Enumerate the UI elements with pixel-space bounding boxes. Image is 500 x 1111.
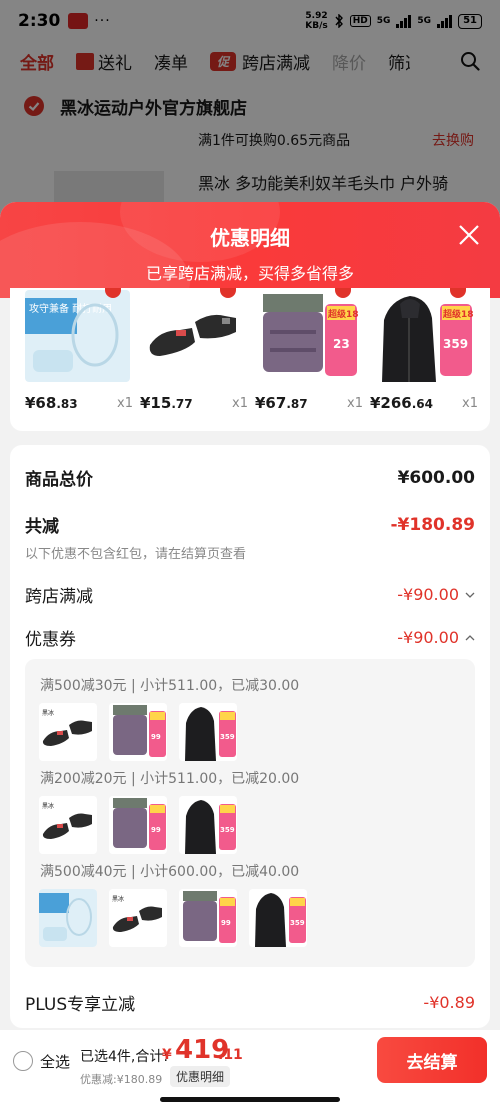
close-icon[interactable] [458, 224, 480, 246]
checkout-button[interactable]: 去结算 [377, 1037, 487, 1083]
chevron-up-icon [465, 634, 475, 640]
coupon-title: 满200减20元 | 小计511.00，已减20.00 [40, 771, 300, 787]
product-image-case: 攻守兼备 耐打耐用 [25, 290, 130, 382]
total-reduce-label: 共减 [25, 517, 59, 537]
red-packet-note: 以下优惠不包含红包，请在结算页查看 [25, 547, 247, 562]
product-image-sock [140, 290, 245, 382]
svg-text:超级18: 超级18 [442, 308, 474, 320]
total-decimal: .11 [218, 1047, 243, 1063]
svg-text:359: 359 [220, 826, 235, 834]
svg-text:超级18: 超级18 [327, 308, 359, 320]
total-price-row: 商品总价 ¥600.00 [25, 465, 475, 491]
product-item[interactable]: 攻守兼备 耐打耐用 ¥68.83 x1 [20, 288, 135, 431]
mini-jacket: 359 [179, 796, 237, 854]
product-image-scarf: 超级18 23 [255, 290, 360, 382]
svg-text:攻守兼备 耐打耐用: 攻守兼备 耐打耐用 [29, 302, 112, 315]
coupon-label: 优惠券 [25, 630, 76, 650]
total-currency: ¥ [162, 1047, 172, 1063]
discount-detail-sheet: 优惠明细 已享跨店满减，买得多省得多 攻守兼备 耐打耐用 ¥68.83 x1 ¥… [0, 202, 500, 1111]
checkout-bar: 全选 已选4件,合计: ¥ 419 .11 优惠减:¥180.89 优惠明细 去… [0, 1030, 500, 1111]
total-price-label: 商品总价 [25, 470, 93, 490]
product-qty: x1 [462, 396, 478, 411]
selected-count: 已选4件,合计: [80, 1049, 169, 1065]
product-price: ¥266.64 [370, 394, 434, 412]
chevron-down-icon [465, 592, 475, 598]
mini-case [39, 889, 97, 947]
coupon-value: -¥90.00 [397, 628, 459, 647]
sheet-subtitle: 已享跨店满减，买得多省得多 [145, 264, 354, 283]
discount-detail-button[interactable]: 优惠明细 [170, 1066, 231, 1087]
product-image-jacket: 超级18 359 [370, 290, 475, 382]
plus-discount-row: PLUS专享立减 -¥0.89 [25, 990, 475, 1015]
product-item[interactable]: 超级18 23 ¥67.87 x1 [250, 288, 365, 431]
product-price: ¥15.77 [140, 394, 193, 412]
coupon-title: 满500减40元 | 小计600.00，已减40.00 [40, 864, 300, 880]
svg-text:359: 359 [290, 919, 305, 927]
select-all-radio[interactable] [13, 1051, 33, 1071]
coupon-items: 黑冰 99 359 [39, 796, 237, 854]
product-list: 攻守兼备 耐打耐用 ¥68.83 x1 ¥15.77 x1 超级18 23 ¥67… [10, 288, 490, 431]
cross-store-row[interactable]: 跨店满减 -¥90.00 [25, 582, 475, 607]
product-qty: x1 [117, 396, 133, 411]
coupon-items: 黑冰 99 359 [39, 703, 237, 761]
home-indicator[interactable] [160, 1097, 340, 1102]
coupon-value-group: -¥90.00 [397, 628, 475, 647]
product-qty: x1 [347, 396, 363, 411]
coupon-row[interactable]: 优惠券 -¥90.00 [25, 625, 475, 650]
product-price: ¥67.87 [255, 394, 308, 412]
svg-text:359: 359 [220, 733, 235, 741]
svg-text:黑冰: 黑冰 [42, 709, 54, 717]
mini-sock: 黑冰 [39, 796, 97, 854]
coupon-title: 满500减30元 | 小计511.00，已减30.00 [40, 678, 300, 694]
svg-text:99: 99 [221, 919, 231, 927]
mini-scarf: 99 [109, 796, 167, 854]
product-price: ¥68.83 [25, 394, 78, 412]
select-all-label[interactable]: 全选 [40, 1051, 70, 1072]
cross-store-label: 跨店满减 [25, 587, 93, 607]
sheet-header: 优惠明细 已享跨店满减，买得多省得多 [0, 202, 500, 298]
svg-text:23: 23 [333, 337, 350, 351]
mini-sock: 黑冰 [39, 703, 97, 761]
product-item[interactable]: ¥15.77 x1 [135, 288, 250, 431]
svg-text:359: 359 [443, 337, 468, 351]
product-item[interactable]: 超级18 359 ¥266.64 x1 [365, 288, 480, 431]
cross-store-value: -¥90.00 [397, 585, 459, 604]
discount-summary: 商品总价 ¥600.00 共减 -¥180.89 以下优惠不包含红包，请在结算页… [10, 445, 490, 1028]
plus-discount-label: PLUS专享立减 [25, 995, 136, 1015]
mini-jacket: 359 [249, 889, 307, 947]
coupon-items: 黑冰 99 359 [39, 889, 307, 947]
total-reduce-row: 共减 -¥180.89 [25, 512, 476, 538]
discount-summary-text: 优惠减:¥180.89 [80, 1073, 163, 1086]
mini-jacket: 359 [179, 703, 237, 761]
mini-scarf: 99 [179, 889, 237, 947]
total-reduce-value: -¥180.89 [390, 514, 476, 535]
mini-scarf: 99 [109, 703, 167, 761]
total-price-value: ¥600.00 [397, 467, 475, 488]
product-qty: x1 [232, 396, 248, 411]
sheet-title: 优惠明细 [210, 226, 290, 250]
plus-discount-value: -¥0.89 [423, 993, 475, 1012]
svg-text:黑冰: 黑冰 [112, 895, 124, 903]
coupon-breakdown: 满500减30元 | 小计511.00，已减30.00 黑冰 99 359 满2… [25, 659, 475, 967]
mini-sock: 黑冰 [109, 889, 167, 947]
svg-text:99: 99 [151, 733, 161, 741]
cross-store-value-group: -¥90.00 [397, 585, 475, 604]
svg-text:黑冰: 黑冰 [42, 802, 54, 810]
svg-text:99: 99 [151, 826, 161, 834]
